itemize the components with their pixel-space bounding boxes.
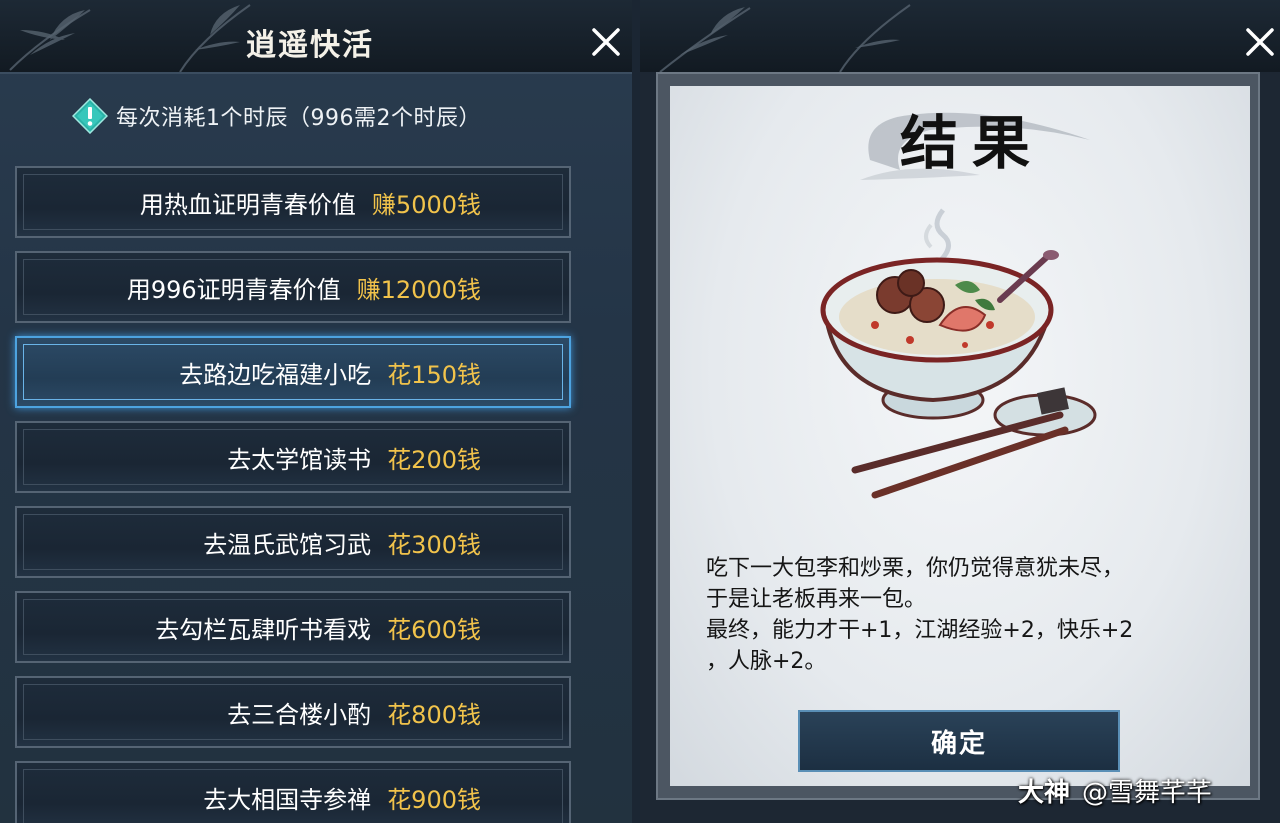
result-title: 结果	[900, 109, 1045, 177]
option-label: 用996证明青春价值	[126, 275, 341, 304]
option-cost: 花600钱	[387, 615, 481, 644]
close-activity-button[interactable]	[588, 24, 624, 60]
close-result-button[interactable]	[1242, 24, 1278, 60]
option-cost: 赚12000钱	[356, 275, 481, 304]
close-icon	[1246, 28, 1274, 56]
option-cost: 花150钱	[387, 360, 481, 389]
activity-panel-header: 逍遥快活	[0, 0, 632, 74]
time-cost-text: 每次消耗1个时辰（996需2个时辰）	[116, 106, 481, 131]
option-button-996[interactable]: 用996证明青春价值 赚12000钱	[15, 251, 571, 323]
food-bowl-illustration	[820, 208, 1097, 499]
result-line: 于是让老板再来一包。	[706, 587, 927, 612]
option-button-academy[interactable]: 去太学馆读书 花200钱	[15, 421, 571, 493]
option-button-passion[interactable]: 用热血证明青春价值 赚5000钱	[15, 166, 571, 238]
option-label: 用热血证明青春价值	[139, 190, 356, 219]
result-panel-header	[640, 0, 1280, 72]
option-cost: 花200钱	[387, 445, 481, 474]
option-cost: 花800钱	[387, 700, 481, 729]
confirm-button[interactable]: 确定	[798, 710, 1120, 772]
option-cost: 赚5000钱	[371, 190, 481, 219]
activity-panel-title: 逍遥快活	[246, 28, 374, 63]
option-button-tavern[interactable]: 去三合楼小酌 花800钱	[15, 676, 571, 748]
option-label: 去路边吃福建小吃	[179, 360, 372, 389]
option-label: 去三合楼小酌	[227, 700, 372, 729]
info-diamond-icon	[72, 98, 108, 134]
option-button-martial-arts[interactable]: 去温氏武馆习武 花300钱	[15, 506, 571, 578]
result-description: 吃下一大包李和炒栗，你仍觉得意犹未尽， 于是让老板再来一包。 最终，能力才干+1…	[706, 553, 1216, 677]
result-line: 吃下一大包李和炒栗，你仍觉得意犹未尽，	[706, 556, 1125, 581]
close-icon	[592, 28, 620, 56]
option-label: 去勾栏瓦肆听书看戏	[155, 615, 372, 644]
watermark-brand: 大神	[1018, 778, 1071, 808]
option-button-theater[interactable]: 去勾栏瓦肆听书看戏 花600钱	[15, 591, 571, 663]
result-line: ，人脉+2。	[706, 649, 827, 674]
result-line: 最终，能力才干+1，江湖经验+2，快乐+2	[706, 618, 1134, 643]
option-cost: 花300钱	[387, 530, 481, 559]
watermark: 大神 @雪舞芊芊	[1018, 772, 1212, 809]
confirm-button-label: 确定	[930, 728, 987, 759]
option-button-street-food[interactable]: 去路边吃福建小吃 花150钱	[15, 336, 571, 408]
time-cost-notice: 每次消耗1个时辰（996需2个时辰）	[72, 96, 481, 136]
bamboo-decoration	[659, 4, 911, 72]
option-button-temple[interactable]: 去大相国寺参禅 花900钱	[15, 761, 571, 823]
watermark-user: @雪舞芊芊	[1082, 778, 1213, 808]
option-label: 去大相国寺参禅	[203, 785, 372, 814]
option-label: 去太学馆读书	[227, 445, 372, 474]
option-label: 去温氏武馆习武	[203, 530, 372, 559]
option-cost: 花900钱	[387, 785, 481, 814]
activity-panel: 逍遥快活 每次消耗1个时辰（996需2个时辰） 用热血证明青春价值 赚5000钱…	[0, 0, 632, 823]
